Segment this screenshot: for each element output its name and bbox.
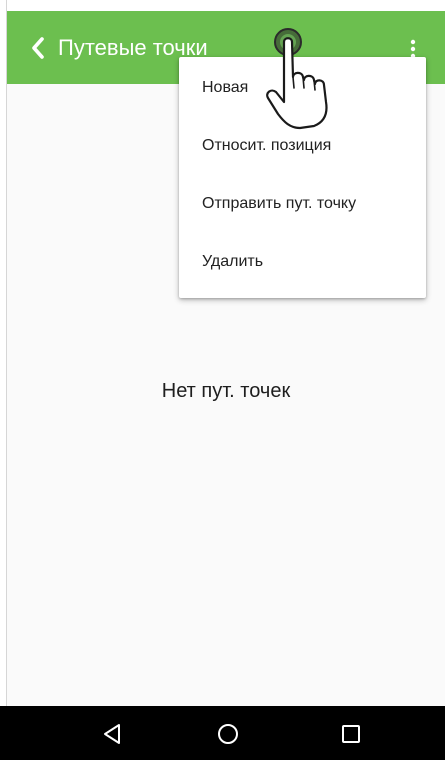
system-navigation-bar xyxy=(0,706,445,760)
nav-back-button[interactable] xyxy=(96,718,128,750)
nav-home-button[interactable] xyxy=(212,718,244,750)
menu-item-delete[interactable]: Удалить xyxy=(179,233,426,291)
circle-home-icon xyxy=(218,724,238,744)
nav-recents-button[interactable] xyxy=(335,718,367,750)
left-edge xyxy=(0,0,7,706)
overflow-menu: Новая Относит. позиция Отправить пут. то… xyxy=(179,57,426,298)
menu-item-new[interactable]: Новая xyxy=(179,59,426,117)
triangle-back-icon xyxy=(104,724,120,744)
screen: Путевые точки Нет пут. точек Новая Относ… xyxy=(0,0,445,760)
menu-item-send-waypoint[interactable]: Отправить пут. точку xyxy=(179,175,426,233)
more-vert-icon xyxy=(410,39,416,59)
back-button[interactable] xyxy=(23,33,53,63)
empty-state-text: Нет пут. точек xyxy=(161,380,291,402)
square-recents-icon xyxy=(342,725,360,743)
chevron-left-icon xyxy=(32,37,44,59)
menu-item-relative-position[interactable]: Относит. позиция xyxy=(179,117,426,175)
